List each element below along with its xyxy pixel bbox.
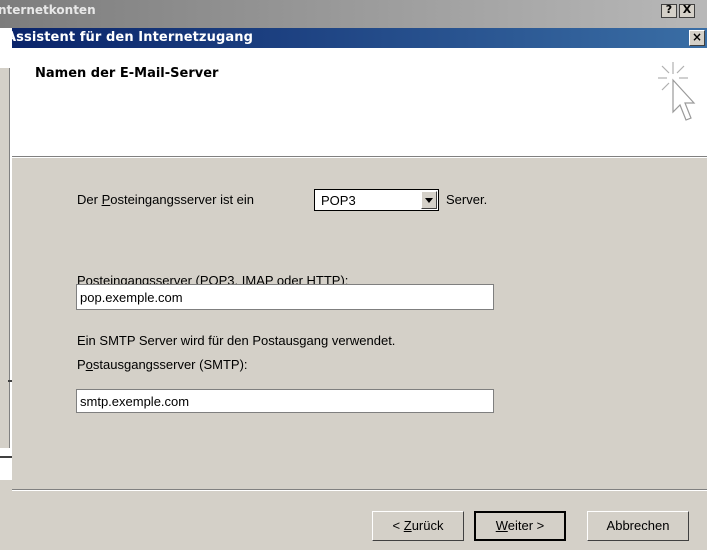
internet-connection-wizard-dialog: Assistent für den Internetzugang × Namen… (6, 28, 707, 550)
access-key: W (495, 518, 508, 533)
background-window-buttons: ? X (661, 4, 695, 18)
selected-value: POP3 (321, 193, 356, 208)
dialog-titlebar: Assistent für den Internetzugang × (6, 28, 707, 48)
incoming-server-type-select[interactable]: POP3 (314, 189, 439, 211)
back-button[interactable]: < Zurück (372, 511, 464, 541)
dropdown-button[interactable] (421, 191, 437, 209)
outgoing-server-label: Postausgangsserver (SMTP): (77, 357, 248, 372)
close-icon: × (691, 30, 703, 44)
label-text: stausgangsserver (SMTP): (92, 357, 248, 372)
wizard-header: Namen der E-Mail-Server (12, 48, 707, 156)
background-window-title: nternetkonten (0, 3, 96, 15)
server-suffix-label: Server. (446, 192, 488, 207)
smtp-note: Ein SMTP Server wird für den Postausgang… (77, 333, 396, 348)
access-key: Z (403, 518, 412, 533)
next-button[interactable]: Weiter > (474, 511, 566, 541)
background-close-button[interactable]: X (679, 4, 695, 18)
access-key: o (85, 357, 93, 372)
background-window-titlebar: nternetkonten ? X (0, 0, 707, 28)
background-panel (0, 68, 10, 448)
page-title: Namen der E-Mail-Server (35, 66, 219, 81)
button-text: < (392, 518, 404, 533)
button-text: urück (411, 518, 444, 533)
wizard-cursor-icon (658, 62, 696, 121)
header-separator (12, 156, 707, 158)
background-window-edge (0, 28, 12, 550)
incoming-type-label: Der Posteingangsserver ist ein (77, 192, 254, 207)
incoming-server-field[interactable] (76, 284, 494, 310)
chevron-down-icon (425, 198, 433, 203)
footer-separator (12, 489, 707, 491)
button-text: eiter > (507, 518, 545, 533)
outgoing-server-field[interactable] (76, 389, 494, 413)
incoming-server-input[interactable] (77, 285, 493, 309)
background-help-button[interactable]: ? (661, 4, 677, 18)
access-key: P (101, 192, 111, 207)
cancel-button[interactable]: Abbrechen (587, 511, 689, 541)
background-divider-2 (0, 456, 12, 458)
label-text: Der (77, 192, 102, 207)
label-text: osteingangsserver ist ein (110, 192, 255, 207)
background-panel-2 (0, 480, 12, 550)
label-text: P (77, 357, 86, 372)
close-button[interactable]: × (689, 30, 705, 46)
outgoing-server-input[interactable] (77, 390, 493, 412)
dialog-title: Assistent für den Internetzugang (6, 30, 253, 45)
